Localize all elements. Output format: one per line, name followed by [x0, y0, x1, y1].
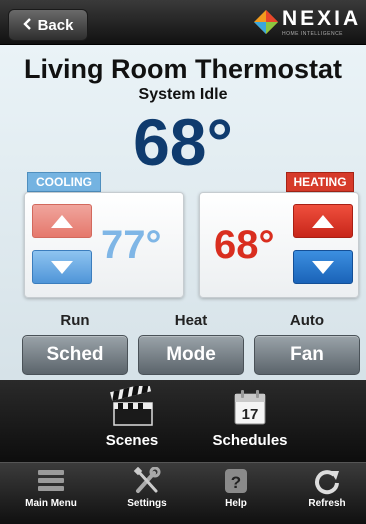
help-icon: ?: [225, 469, 247, 493]
heating-badge: HEATING: [286, 172, 354, 192]
current-temperature: 68°: [133, 105, 233, 179]
menu-icon: [38, 470, 64, 491]
chevron-left-icon: [22, 17, 32, 34]
tab-label: Settings: [127, 498, 167, 509]
cooling-setpoint: 77°: [101, 223, 162, 267]
tab-label: Refresh: [308, 498, 346, 509]
arrow-down-icon: [312, 260, 334, 274]
tab-main-menu[interactable]: Main Menu: [16, 467, 86, 523]
bottom-tab-bar: Main Menu Settings ? Help Refresh: [0, 462, 366, 524]
logo-tagline: HOME INTELLIGENCE: [282, 31, 344, 37]
scenes-label: Scenes: [105, 432, 159, 449]
heating-increase-button[interactable]: [293, 204, 353, 238]
back-button[interactable]: Back: [8, 9, 88, 41]
arrow-up-icon: [312, 214, 334, 228]
heating-setpoint-card: 68°: [199, 192, 359, 298]
page-title: Living Room Thermostat: [23, 54, 342, 84]
cooling-badge: COOLING: [27, 172, 101, 192]
nexia-logo: NEXIA HOME INTELLIGENCE: [252, 6, 362, 40]
arrow-up-icon: [51, 214, 73, 228]
actions-bar: Scenes 17 Schedules: [0, 380, 366, 462]
tab-help[interactable]: ? Help: [201, 467, 271, 523]
tab-settings[interactable]: Settings: [112, 467, 182, 523]
heating-decrease-button[interactable]: [293, 250, 353, 284]
run-state-label: Run: [60, 312, 90, 329]
cooling-setpoint-card: 77°: [24, 192, 184, 298]
cooling-increase-button[interactable]: [32, 204, 92, 238]
back-button-label: Back: [37, 16, 74, 34]
heating-setpoint: 68°: [214, 223, 275, 267]
tab-label: Main Menu: [25, 498, 77, 509]
fan-state-label: Auto: [289, 312, 325, 329]
arrow-down-icon: [51, 260, 73, 274]
nexia-logo-icon: [254, 10, 278, 34]
cooling-decrease-button[interactable]: [32, 250, 92, 284]
sched-button[interactable]: Sched: [22, 335, 128, 375]
calendar-icon: 17: [234, 390, 266, 425]
mode-state-label: Heat: [174, 312, 208, 329]
top-bar: Back NEXIA HOME INTELLIGENCE: [0, 0, 366, 45]
mode-button[interactable]: Mode: [138, 335, 244, 375]
logo-word: NEXIA: [282, 7, 362, 30]
tools-icon: [133, 467, 161, 493]
tab-refresh[interactable]: Refresh: [292, 467, 362, 523]
calendar-day: 17: [242, 406, 259, 423]
fan-button[interactable]: Fan: [254, 335, 360, 375]
scenes-button[interactable]: Scenes: [72, 380, 192, 462]
tab-label: Help: [225, 498, 247, 509]
svg-text:?: ?: [231, 473, 241, 492]
schedules-label: Schedules: [212, 432, 288, 449]
refresh-icon: [315, 470, 339, 495]
system-status: System Idle: [138, 86, 228, 103]
schedules-button[interactable]: 17 Schedules: [190, 380, 310, 462]
clapperboard-icon: [110, 386, 153, 426]
